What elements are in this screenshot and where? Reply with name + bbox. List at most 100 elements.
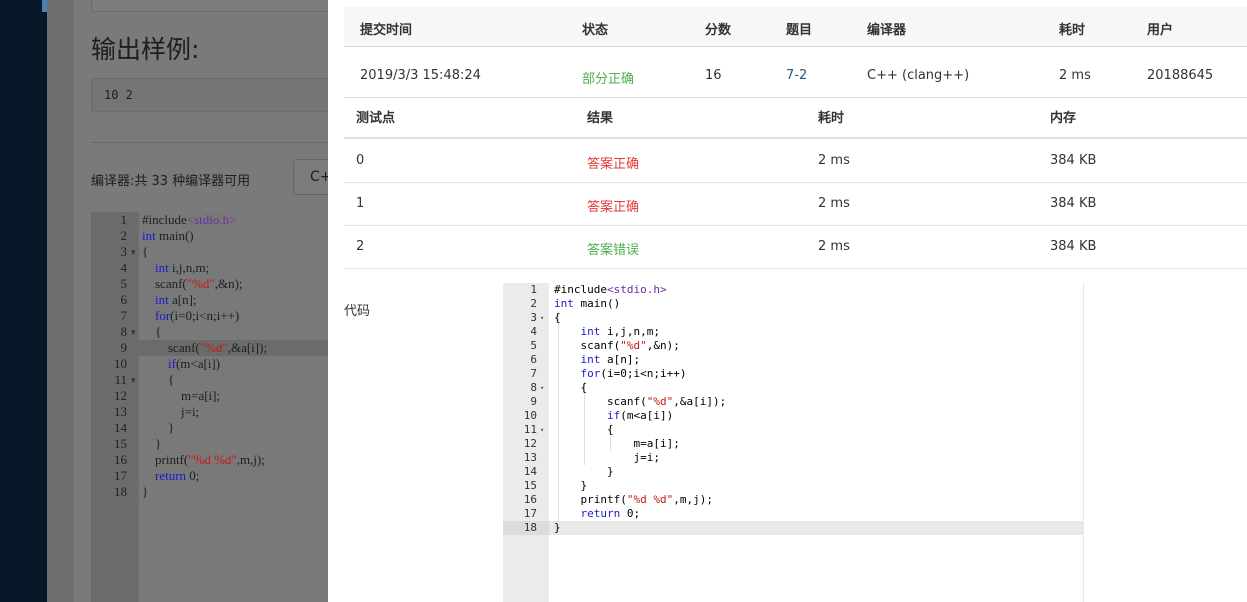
line-number: 16 <box>523 493 537 506</box>
line-number: 6 <box>120 292 128 307</box>
line-text: } <box>142 484 149 499</box>
line-text: int i,j,n,m; <box>580 325 660 338</box>
line-text: return 0; <box>580 507 641 520</box>
line-text: scanf("%d",&n); <box>554 339 680 352</box>
code-section-label: 代码 <box>344 304 371 319</box>
line-number: 1 <box>530 283 537 296</box>
code-viewer[interactable]: 1 #include<stdio.h> 2 int main() 3 ▾{4 int i,… <box>503 283 1084 602</box>
test-point-result: 答案错误 <box>587 243 640 258</box>
line-number: 8 <box>120 324 128 339</box>
problem-link[interactable]: 7-2 <box>786 68 807 83</box>
line-text: { <box>142 324 162 339</box>
line-text: return 0; <box>155 468 200 483</box>
line-number: 17 <box>523 507 537 520</box>
line-number: 13 <box>523 451 537 464</box>
line-text: if(m<a[i]) <box>168 356 221 371</box>
line-text: m=a[i]; <box>554 437 680 450</box>
background-gutter <box>47 0 74 602</box>
divider <box>91 142 328 143</box>
app-sidebar-strip <box>0 0 47 602</box>
line-number: 2 <box>120 228 128 243</box>
line-number: 9 <box>530 395 537 408</box>
line-text: } <box>554 479 588 492</box>
code-line: 15 } <box>503 479 1083 493</box>
compiler-value: C++ (clang++) <box>867 68 970 83</box>
line-number: 4 <box>120 260 128 275</box>
test-point-header: 测试点 结果 耗时 内存 <box>344 92 1247 139</box>
code-line: 2 int main() <box>503 297 1083 311</box>
line-number: 13 <box>114 404 127 419</box>
line-number: 2 <box>530 297 537 310</box>
line-text: int a[n]; <box>580 353 641 366</box>
background-problem-page: 输出样例: 10 2 编译器:共 33 种编译器可用 C++ 1 #include… <box>47 0 328 602</box>
line-text: { <box>142 372 175 387</box>
line-number: 12 <box>114 388 127 403</box>
test-point-id: 2 <box>356 239 365 254</box>
elapsed-value: 2 ms <box>1059 68 1091 83</box>
test-point-result: 答案正确 <box>587 157 640 172</box>
line-number: 11 <box>114 372 127 387</box>
line-text: { <box>554 423 614 436</box>
line-text: int main() <box>554 297 621 310</box>
code-line: 7 for(i=0;i<n;i++) <box>503 367 1083 381</box>
status-badge: 部分正确 <box>582 72 635 87</box>
line-number: 14 <box>114 420 127 435</box>
test-point-time: 2 ms <box>818 196 850 211</box>
line-text: int main() <box>142 228 194 243</box>
line-number: 8 <box>530 381 537 394</box>
line-text: { <box>554 311 561 324</box>
test-point-row: 2 答案错误 2 ms 384 KB <box>344 225 1247 269</box>
test-point-time: 2 ms <box>818 239 850 254</box>
line-text: for(i=0;i<n;i++) <box>580 367 687 380</box>
fold-toggle-icon[interactable]: ▾ <box>540 423 544 437</box>
submission-detail-panel: 提交时间 状态 分数 题目 编译器 耗时 用户 2019/3/3 15:48:2… <box>328 0 1247 602</box>
code-line: 1 #include<stdio.h> <box>503 283 1083 297</box>
line-text: for(i=0;i<n;i++) <box>155 308 240 323</box>
compiler-count-label: 编译器:共 33 种编译器可用 <box>91 174 251 189</box>
header-status: 状态 <box>582 23 609 38</box>
fold-toggle-icon[interactable]: ▾ <box>131 372 136 388</box>
code-line: 12 m=a[i]; <box>503 437 1083 451</box>
header-result: 结果 <box>587 111 614 126</box>
code-line: 16 printf("%d %d",m,j); <box>503 493 1083 507</box>
output-sample-title: 输出样例: <box>91 35 200 64</box>
line-number: 15 <box>523 479 537 492</box>
line-number: 5 <box>530 339 537 352</box>
line-text: } <box>142 420 175 435</box>
line-text: scanf("%d",&n); <box>142 276 243 291</box>
background-code-editor[interactable]: 1 #include<stdio.h> 2 int main() 3 ▾{4 int i,… <box>91 212 328 602</box>
code-line: 3 ▾ { <box>503 311 1083 325</box>
code-line: 11 ▾ { <box>503 423 1083 437</box>
code-line: 9 scanf("%d",&a[i]); <box>503 395 1083 409</box>
line-text: j=i; <box>142 404 200 419</box>
test-point-memory: 384 KB <box>1050 196 1097 211</box>
test-point-row: 1 答案正确 2 ms 384 KB <box>344 182 1247 226</box>
line-text: } <box>554 521 561 534</box>
code-line: 18} <box>503 521 1083 535</box>
test-point-id: 0 <box>356 153 365 168</box>
line-number: 15 <box>114 436 127 451</box>
line-number: 1 <box>120 212 128 227</box>
submission-table-header: 提交时间 状态 分数 题目 编译器 耗时 用户 <box>344 7 1247 47</box>
line-number: 9 <box>120 340 128 355</box>
line-text: { <box>142 244 149 259</box>
header-user: 用户 <box>1147 23 1174 38</box>
line-text: if(m<a[i]) <box>606 409 674 422</box>
fold-toggle-icon[interactable]: ▾ <box>540 381 544 395</box>
code-line: 8 ▾ { <box>503 381 1083 395</box>
line-text: int i,j,n,m; <box>155 260 210 275</box>
user-value: 20188645 <box>1147 68 1214 83</box>
fold-toggle-icon[interactable]: ▾ <box>131 244 136 260</box>
line-number: 10 <box>523 409 537 422</box>
test-point-time: 2 ms <box>818 153 850 168</box>
line-number: 11 <box>523 423 537 436</box>
compiler-select-value: C++ <box>310 169 328 185</box>
code-line: 10 if(m<a[i]) <box>503 409 1083 423</box>
line-number: 10 <box>114 356 127 371</box>
line-text: } <box>142 436 162 451</box>
line-number: 7 <box>120 308 128 323</box>
compiler-select[interactable]: C++ <box>293 159 328 195</box>
fold-toggle-icon[interactable]: ▾ <box>540 311 544 325</box>
line-number: 3 <box>530 311 537 324</box>
fold-toggle-icon[interactable]: ▾ <box>131 324 136 340</box>
